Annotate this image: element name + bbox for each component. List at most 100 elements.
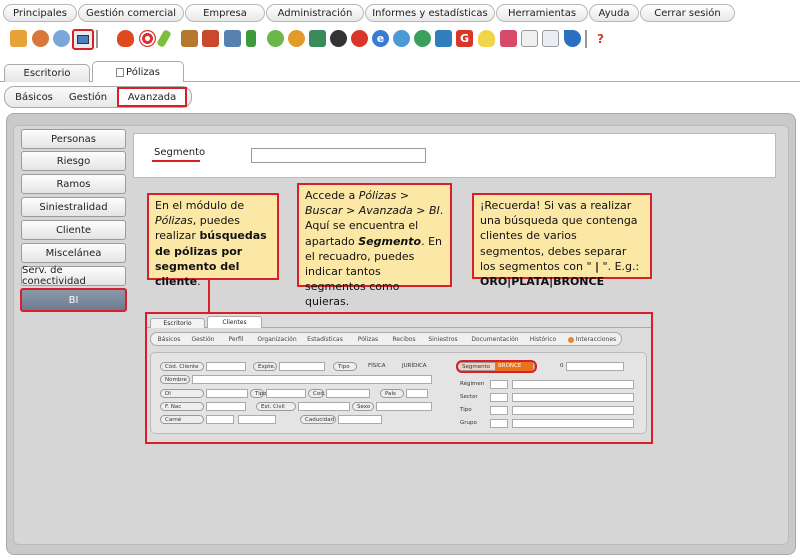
inset-input (206, 389, 248, 398)
inset-sexo: Sexo (352, 402, 374, 411)
inset-grupo: Grupo (460, 420, 477, 426)
segmento-input[interactable] (251, 148, 426, 163)
e-icon[interactable]: e (372, 30, 389, 47)
callout-access-path: Accede a Pólizas > Buscar > Avanzada > B… (297, 183, 452, 308)
inset-subtab: Siniestros (428, 336, 458, 343)
sidebar-item-serv-conectividad[interactable]: Serv. de conectividad (21, 265, 126, 287)
phone-icon[interactable] (564, 30, 581, 47)
menu-herramientas[interactable]: Herramientas (496, 4, 588, 22)
callout1-text2: Pólizas (155, 214, 193, 228)
subtab-avanzada[interactable]: Avanzada (117, 87, 187, 107)
inset-est-civil: Est. Civil (256, 402, 296, 411)
subtab-gestion[interactable]: Gestión (62, 88, 114, 106)
help-icon[interactable]: ? (592, 30, 609, 47)
inset-subtab: Perfil (228, 336, 244, 343)
callout1-text5: . (197, 274, 201, 288)
inset-subtab: Documentación (471, 336, 519, 343)
inset-input (206, 415, 234, 424)
menu-administracion[interactable]: Administración (266, 4, 364, 22)
car-icon[interactable] (224, 30, 241, 47)
menu-ayuda[interactable]: Ayuda (589, 4, 639, 22)
sidebar-item-siniestralidad[interactable]: Siniestralidad (21, 197, 126, 217)
inset-subtab: Gestión (191, 336, 215, 343)
users-icon[interactable] (32, 30, 49, 47)
tab-polizas[interactable]: Pólizas (92, 61, 184, 82)
inset-subtab: Estadísticas (307, 336, 343, 343)
inset-input (490, 380, 508, 389)
menu-empresa[interactable]: Empresa (185, 4, 265, 22)
inset-input (279, 362, 325, 371)
inset-f-nac: F. Nac (160, 402, 204, 411)
inset-input (512, 380, 634, 389)
inset-input (512, 406, 634, 415)
callout-polizas-module: En el módulo de Pólizas, puedes realizar… (147, 193, 279, 288)
callout2-text4: Segmento (358, 234, 422, 248)
battery-icon[interactable] (246, 30, 256, 47)
callout3-text3: ". E.g.: (599, 259, 640, 273)
inset-subtab: Histórico (529, 336, 557, 343)
inset-input (512, 419, 634, 428)
inset-input (266, 389, 306, 398)
document-icon (116, 67, 125, 77)
bulb-icon[interactable] (478, 30, 495, 47)
segmento-form (133, 133, 776, 178)
inset-juridica: JURÍDICA (402, 363, 427, 369)
subtab-basicos[interactable]: Básicos (9, 88, 59, 106)
compass-icon[interactable] (414, 30, 431, 47)
segmento-label: Segmento (152, 147, 205, 162)
toolbar: e G ? (0, 26, 800, 54)
target-icon[interactable] (139, 30, 156, 47)
g-icon[interactable]: G (456, 30, 473, 47)
inset-subtab: Recibos (392, 336, 416, 343)
document-icon[interactable] (542, 30, 559, 47)
inset-subtab: Pólizas (357, 336, 379, 343)
sidebar-item-riesgo[interactable]: Riesgo (21, 151, 126, 171)
inset-caducidad: Caducidad (300, 415, 336, 424)
user-green-icon[interactable] (267, 30, 284, 47)
bag-icon[interactable] (202, 30, 219, 47)
menu-gestion-comercial[interactable]: Gestión comercial (78, 4, 184, 22)
cube-icon[interactable] (10, 30, 27, 47)
inset-subtab-interacciones-label: Interacciones (575, 336, 617, 343)
sync-icon[interactable] (435, 30, 452, 47)
menu-bar: Principales Gestión comercial Empresa Ad… (0, 0, 800, 28)
stamp-icon[interactable] (309, 30, 326, 47)
inset-input (512, 393, 634, 402)
inset-pais: País (380, 389, 404, 398)
tab-escritorio[interactable]: Escritorio (4, 64, 90, 82)
menu-principales[interactable]: Principales (3, 4, 77, 22)
inset-subtab: Organización (257, 336, 297, 343)
menu-informes[interactable]: Informes y estadísticas (365, 4, 495, 22)
briefcase-icon[interactable] (181, 30, 198, 47)
fire-icon[interactable] (117, 30, 134, 47)
inset-cod: Cod. (308, 389, 325, 398)
callout-reminder: ¡Recuerda! Si vas a realizar una búsqued… (472, 193, 652, 288)
sidebar-item-bi[interactable]: BI (20, 288, 127, 312)
menu-cerrar-sesion[interactable]: Cerrar sesión (640, 4, 735, 22)
inset-di: DI (160, 389, 204, 398)
notepad-icon[interactable] (521, 30, 538, 47)
pencil-icon[interactable] (156, 29, 172, 48)
inset-sector: Sector (460, 394, 478, 400)
inset-expte: Expte. (253, 362, 277, 371)
inset-input (490, 419, 508, 428)
user-orange-icon[interactable] (288, 30, 305, 47)
tab-polizas-label: Pólizas (126, 66, 160, 78)
refresh-icon[interactable] (351, 30, 368, 47)
sidebar-item-miscelanea[interactable]: Miscelánea (21, 243, 126, 263)
inset-zero: 0 (560, 363, 564, 369)
inset-input (326, 389, 370, 398)
sidebar-item-ramos[interactable]: Ramos (21, 174, 126, 194)
inset-tipo3: Tipo (460, 407, 472, 413)
sidebar-item-cliente[interactable]: Cliente (21, 220, 126, 240)
inset-input (298, 402, 350, 411)
arrows-icon[interactable] (393, 30, 410, 47)
inset-segmento-highlight (456, 360, 537, 373)
person-icon[interactable] (53, 30, 70, 47)
monitor-icon[interactable] (72, 29, 94, 50)
inset-input (376, 402, 432, 411)
sidebar-item-personas[interactable]: Personas (21, 129, 126, 149)
inset-input (490, 393, 508, 402)
badge-icon[interactable] (500, 30, 517, 47)
clock-icon[interactable] (330, 30, 347, 47)
